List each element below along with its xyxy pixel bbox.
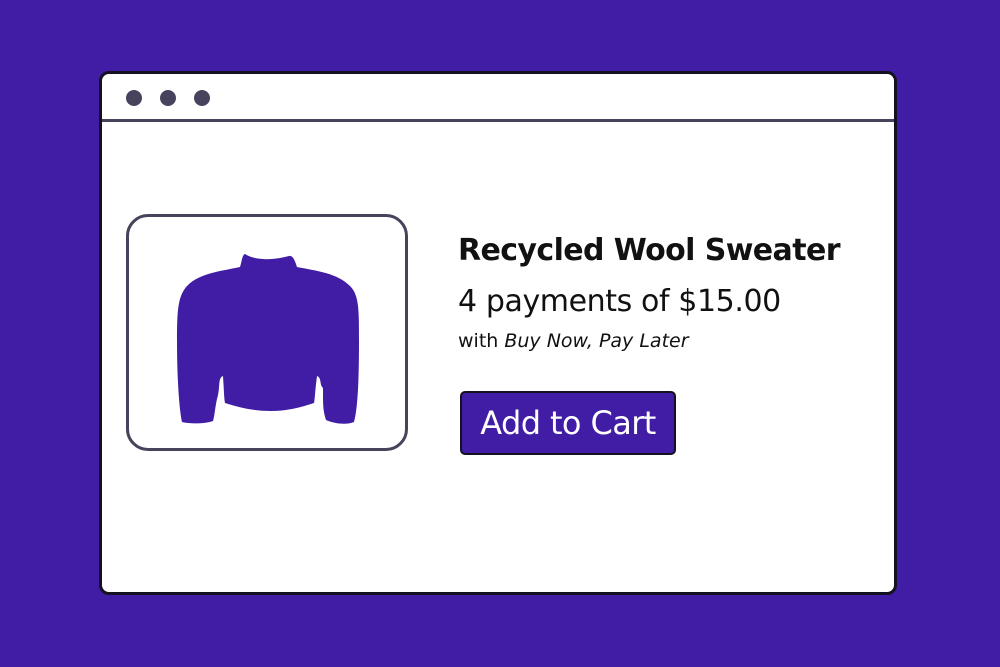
window-dot-icon[interactable] <box>160 90 176 106</box>
installment-price: 4 payments of $15.00 <box>458 284 781 319</box>
financing-provider: Buy Now, Pay Later <box>504 330 689 352</box>
window-dot-icon[interactable] <box>194 90 210 106</box>
sweater-icon <box>177 254 359 424</box>
product-image <box>126 214 408 451</box>
add-to-cart-button[interactable]: Add to Cart <box>460 391 676 455</box>
financing-note: with Buy Now, Pay Later <box>458 328 878 354</box>
window-dot-icon[interactable] <box>126 90 142 106</box>
product-title: Recycled Wool Sweater <box>458 233 840 268</box>
product-details: Recycled Wool Sweater 4 payments of $15.… <box>458 231 878 354</box>
browser-window: Recycled Wool Sweater 4 payments of $15.… <box>99 71 897 595</box>
financing-prefix: with <box>458 330 505 352</box>
window-titlebar <box>102 74 894 122</box>
